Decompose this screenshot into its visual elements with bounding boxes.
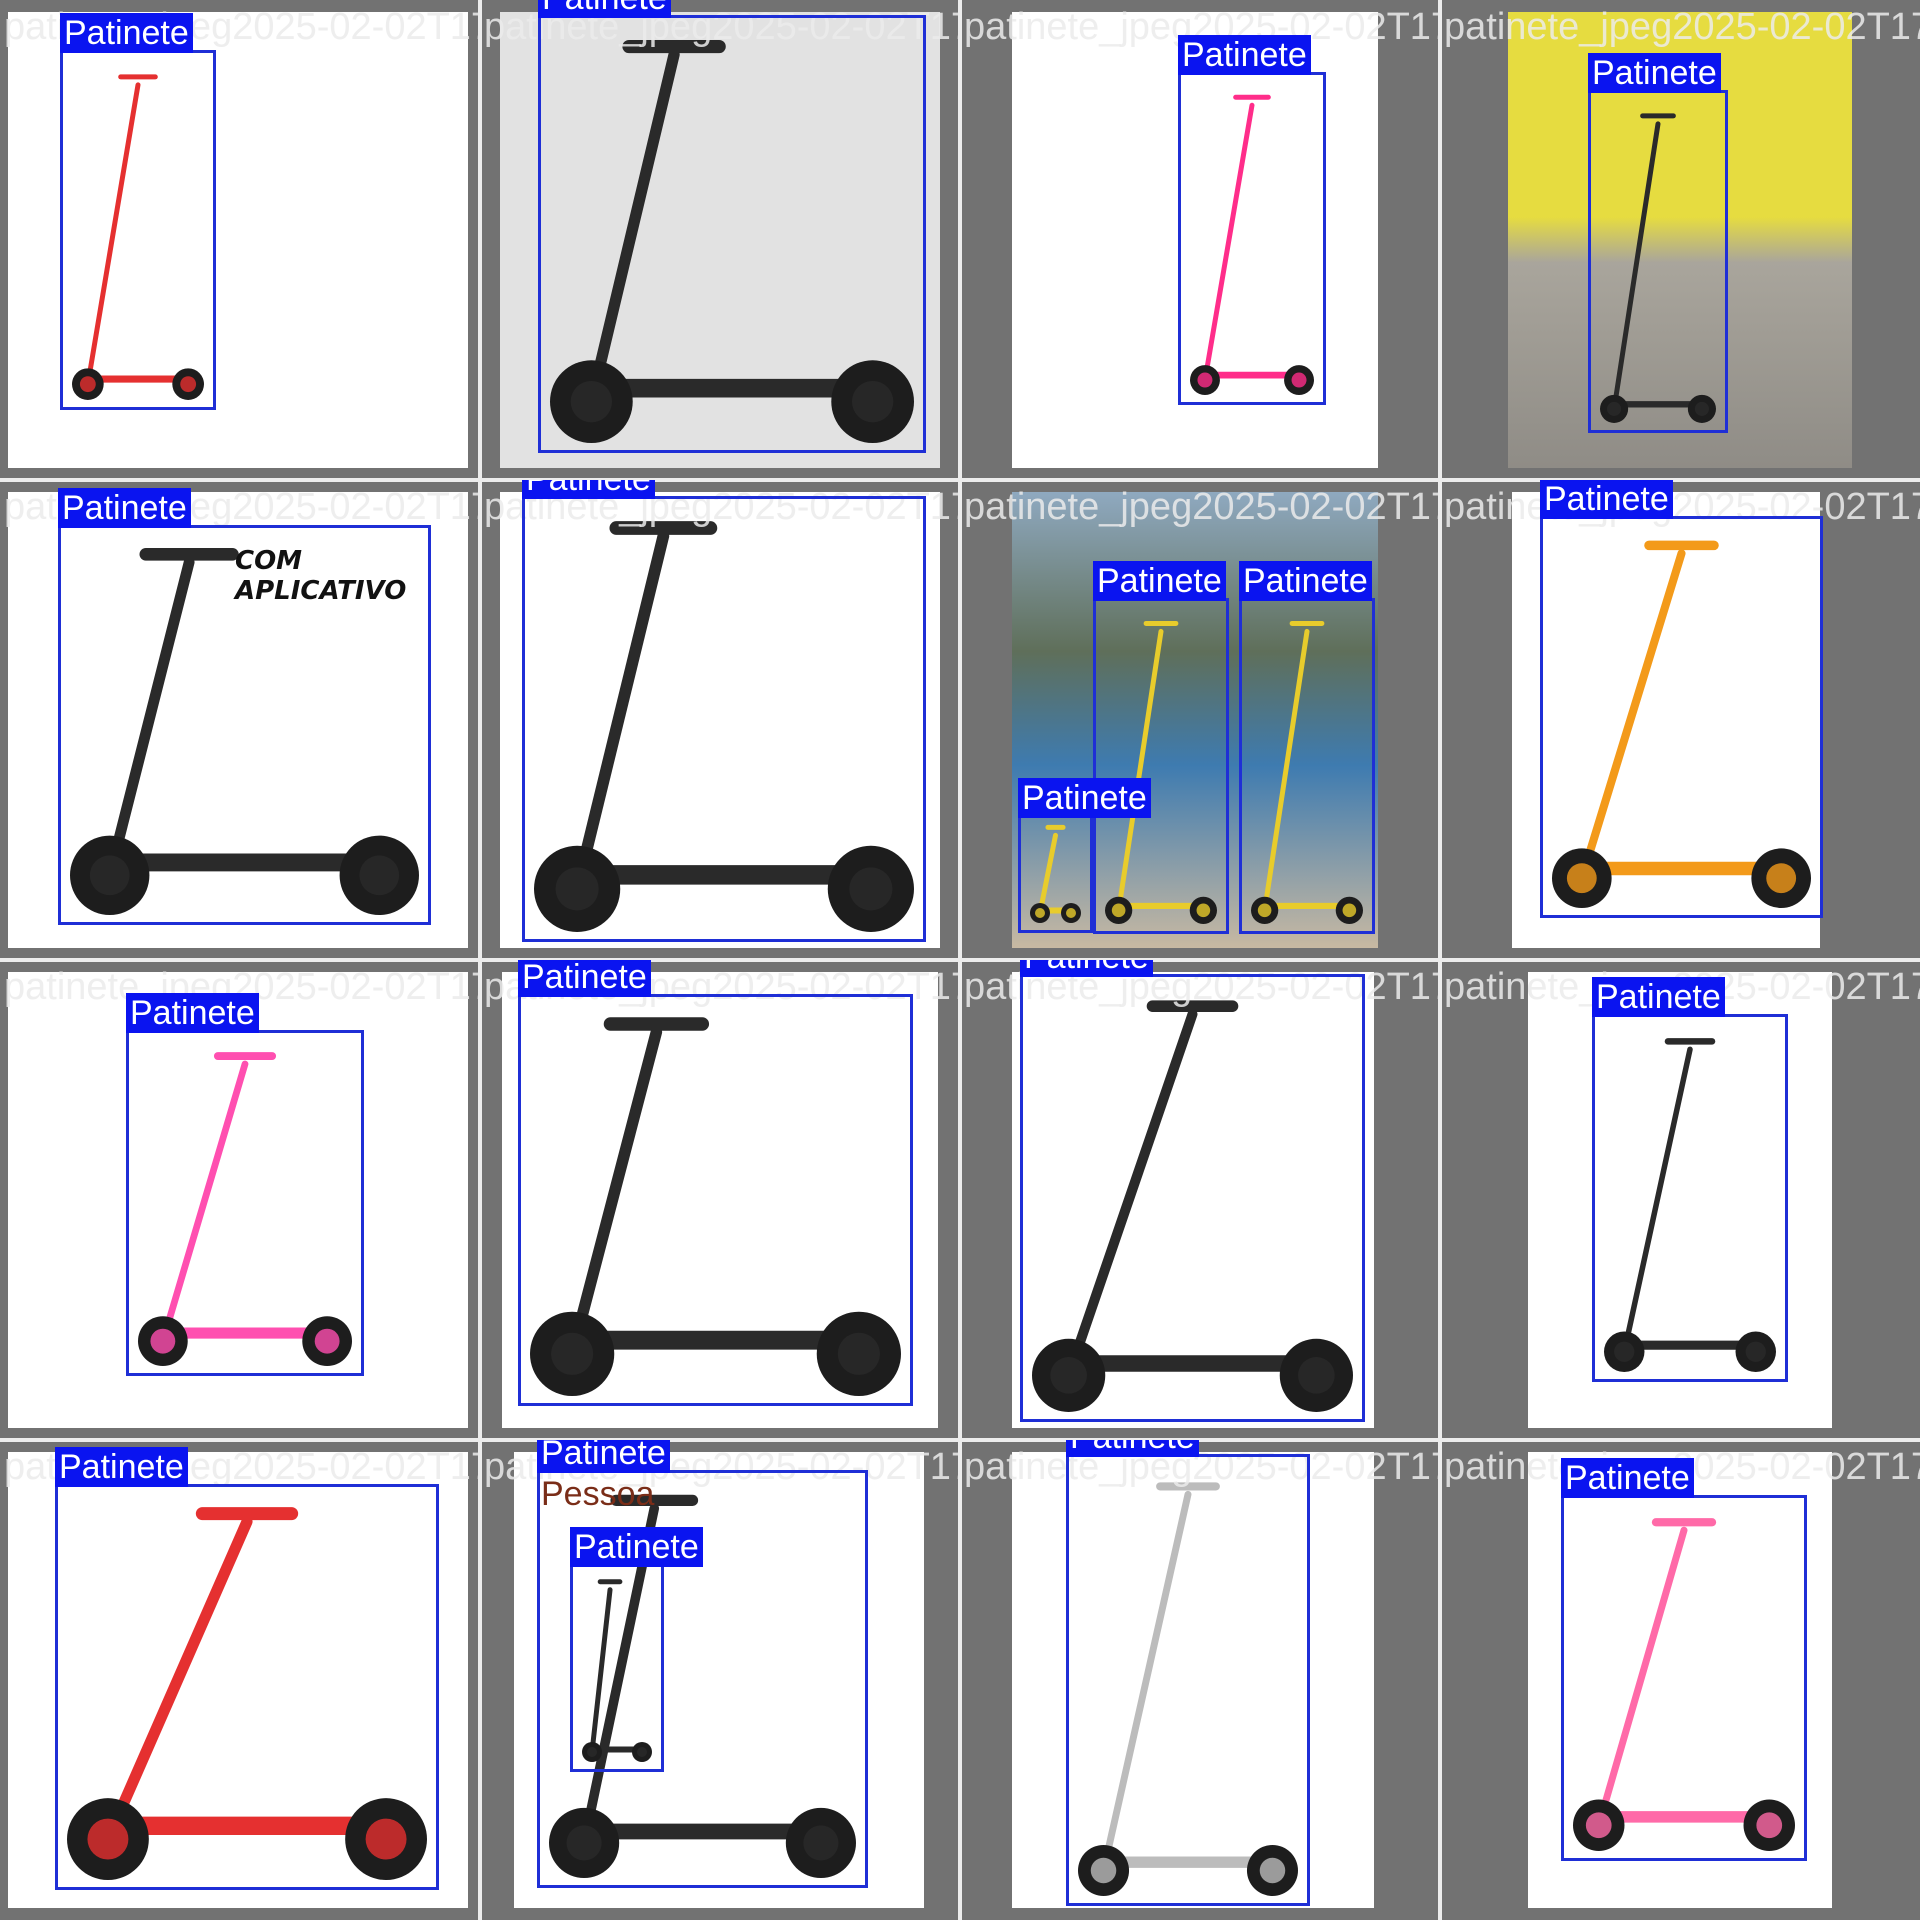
image-filename: patinete_jpeg2025-02-02T172842_665 — [964, 486, 1440, 528]
tile-divider — [0, 1438, 1920, 1442]
detection-box-patinete: Patinete — [1239, 561, 1375, 934]
detection-box-patinete: Patinete — [1588, 53, 1728, 433]
detection-box-patinete: Patinete — [1178, 35, 1326, 405]
mosaic-tile: patinete_jpeg2025-02-02T172842Patinete — [0, 1440, 480, 1920]
detection-box-patinete: Patinete — [522, 480, 926, 942]
detection-box-patinete: Patinete — [1020, 960, 1365, 1422]
detection-label-patinete: Patinete — [1561, 1458, 1694, 1498]
detection-box-patinete: Patinete — [538, 0, 926, 453]
mosaic-tile: patinete_jpeg2025-02-02T172842_18Patinet… — [960, 960, 1440, 1440]
detection-label-patinete: Patinete — [126, 993, 259, 1033]
mosaic-tile: patinete_jpeg2025-02-02T172842PatinetePe… — [480, 1440, 960, 1920]
mosaic-tile: patinete_jpeg2025-02-02T172842_789Patine… — [1440, 1440, 1920, 1920]
detection-label-patinete: Patinete — [1018, 778, 1151, 818]
detection-label-patinete: Patinete — [1178, 35, 1311, 75]
mosaic-tile: patinete_jpeg2025-02-02T172842Patinete — [480, 480, 960, 960]
detection-label-patinete: Patinete — [1239, 561, 1372, 601]
detection-label-patinete: Patinete — [1592, 977, 1725, 1017]
mosaic-tile: patinete_jpeg2025-02-02T172842_457Patine… — [1440, 960, 1920, 1440]
detection-label-pessoa: Pessoa — [541, 1475, 655, 1513]
detection-box-patinete: Patinete — [570, 1527, 703, 1772]
detection-box-patinete: Patinete — [1540, 480, 1823, 918]
detection-label-patinete: Patinete — [537, 1440, 670, 1473]
mosaic-tile: patinete_jpeg2025-02-02T172842Patinete — [0, 960, 480, 1440]
mosaic-tile: patinete_jpeg2025-02-02T172842Patinete — [480, 960, 960, 1440]
detection-label-patinete: Patinete — [60, 13, 193, 53]
detection-box-patinete: Patinete — [1066, 1440, 1310, 1906]
tile-divider — [0, 958, 1920, 962]
detection-box-patinete: Patinete — [60, 13, 216, 410]
detection-label-patinete: Patinete — [1093, 561, 1226, 601]
detection-label-patinete: Patinete — [538, 0, 671, 18]
detection-label-patinete: Patinete — [1066, 1440, 1199, 1457]
mosaic-tile: patinete_jpeg2025-02-02T172842_149Patine… — [960, 1440, 1440, 1920]
mosaic-tile: patinete_jpeg2025-02-02T172842Patinete — [480, 0, 960, 480]
detection-label-patinete: Patinete — [518, 960, 651, 997]
detection-label-patinete: Patinete — [55, 1447, 188, 1487]
mosaic-tile: patinete_jpeg2025-02-02T172842Patinete — [0, 0, 480, 480]
mosaic-tile: patinete_jpeg2025-02-02T172842_665 Patine… — [960, 480, 1440, 960]
detection-label-patinete: Patinete — [58, 488, 191, 528]
detection-box-patinete: Patinete — [1018, 778, 1151, 933]
mosaic-tile: patinete_jpeg2025-02-02T172842_27Patinet… — [1440, 480, 1920, 960]
detection-box-patinete: Patinete — [518, 960, 913, 1406]
detection-box-patinete: Patinete — [55, 1447, 439, 1890]
detection-box-patinete: Patinete — [126, 993, 364, 1376]
detection-label-patinete: Patinete — [1020, 960, 1153, 977]
detection-box-patinete: Patinete — [1561, 1458, 1807, 1861]
mosaic-tile: patinete_jpeg2025-02-02T172842_269 Patine… — [1440, 0, 1920, 480]
detection-box-patinete: Patinete — [1592, 977, 1788, 1382]
mosaic-tile: COM APLICATIVOpatinete_jpeg2025-02-02T17… — [0, 480, 480, 960]
detection-box-patinete: Patinete — [1093, 561, 1229, 934]
detection-label-patinete: Patinete — [570, 1527, 703, 1567]
detection-label-patinete: Patinete — [522, 480, 655, 499]
mosaic-tile: patinete_jpeg2025-02-02T172842_644Patine… — [960, 0, 1440, 480]
detection-label-patinete: Patinete — [1540, 480, 1673, 519]
detection-mosaic: patinete_jpeg2025-02-02T172842Patinetepa… — [0, 0, 1920, 1920]
detection-label-patinete: Patinete — [1588, 53, 1721, 93]
image-filename: patinete_jpeg2025-02-02T172842_269 — [1444, 6, 1920, 48]
tile-divider — [1438, 0, 1442, 1920]
detection-box-patinete: Patinete — [58, 488, 431, 925]
